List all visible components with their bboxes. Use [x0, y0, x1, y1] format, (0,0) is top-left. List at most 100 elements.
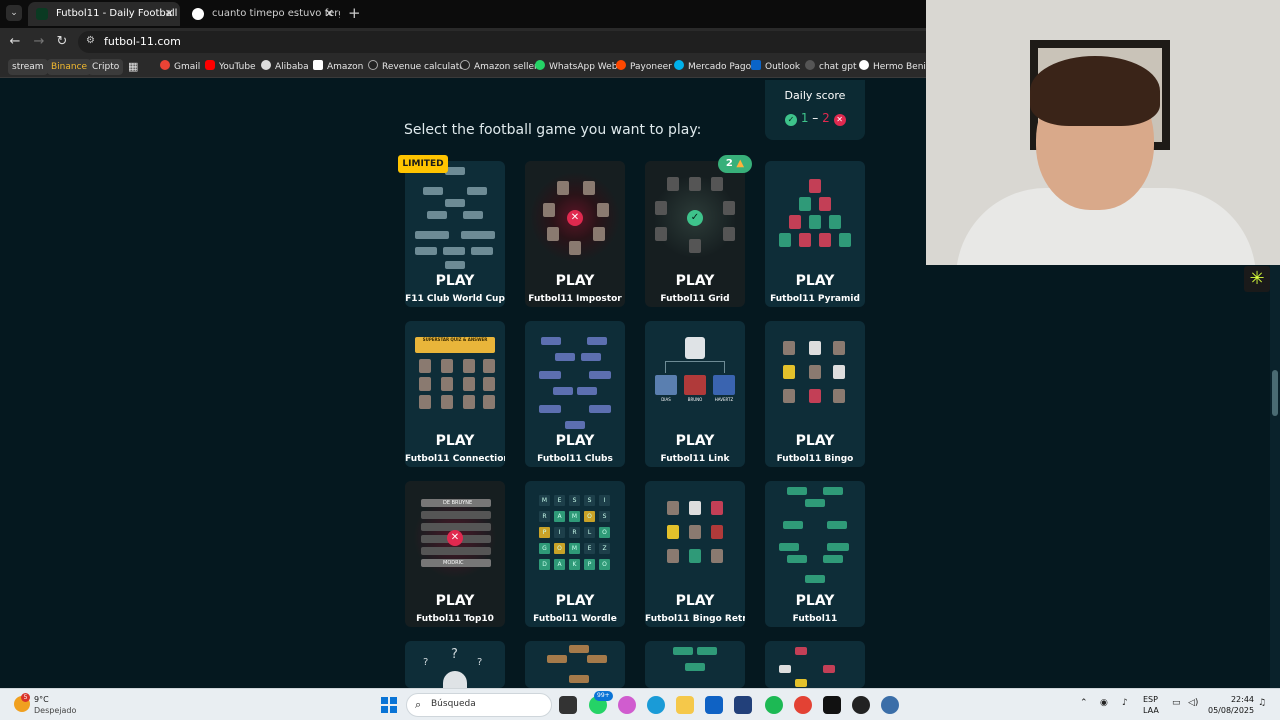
- bookmark-alibaba[interactable]: Alibaba: [261, 59, 309, 75]
- game-card-futbol11[interactable]: PLAY Futbol11: [765, 481, 865, 627]
- notification-bell-icon[interactable]: ♫: [1258, 698, 1266, 708]
- game-card-link[interactable]: DIAS BRUNO HAVERTZ PLAY Futbol11 Link: [645, 321, 745, 467]
- bingo-preview: [765, 321, 865, 429]
- wordle-cell: O: [599, 527, 610, 538]
- url-text: futbol-11.com: [104, 35, 181, 48]
- whatsapp-badge: 99+: [594, 691, 613, 701]
- bookmark-stream[interactable]: stream: [8, 59, 48, 75]
- game-card-bingo[interactable]: PLAY Futbol11 Bingo: [765, 321, 865, 467]
- wordle-cell: I: [599, 495, 610, 506]
- site-info-icon[interactable]: ⚙: [86, 35, 95, 46]
- bookmark-hermo-benito[interactable]: Hermo Benito: [859, 59, 935, 75]
- tab-search-chevron-icon[interactable]: ⌄: [6, 5, 22, 21]
- bookmark-cripto[interactable]: Cripto: [88, 59, 124, 75]
- play-label: PLAY: [435, 593, 475, 609]
- top10-row-2: MODRIC: [421, 559, 491, 567]
- play-label: PLAY: [675, 273, 715, 289]
- tray-app-icon[interactable]: ◉: [1100, 698, 1108, 708]
- weather-badge: 5: [21, 693, 30, 702]
- wordle-cell: G: [539, 543, 550, 554]
- bookmark-chat-gpt[interactable]: chat gpt: [805, 59, 857, 75]
- wordle-cell: P: [584, 559, 595, 570]
- game-card-pyramid[interactable]: PLAY Futbol11 Pyramid: [765, 161, 865, 307]
- game-card-top10[interactable]: DE BRUYNE MODRIC ✕ PLAY Futbol11 Top10: [405, 481, 505, 627]
- wordle-cell: E: [584, 543, 595, 554]
- system-clock[interactable]: 22:44 05/08/2025: [1208, 694, 1254, 716]
- app-icon[interactable]: [852, 696, 870, 714]
- chrome-icon[interactable]: [794, 696, 812, 714]
- file-explorer-icon[interactable]: [676, 696, 694, 714]
- bookmark-whatsapp-web[interactable]: WhatsApp Web: [535, 59, 617, 75]
- bookmark-binance[interactable]: Binance: [47, 59, 92, 75]
- epic-games-icon[interactable]: [823, 696, 841, 714]
- game-card-grid[interactable]: ✓ PLAY Futbol11 Grid: [645, 161, 745, 307]
- close-tab-icon[interactable]: ✕: [325, 2, 334, 26]
- link-player-2: BRUNO: [687, 397, 703, 402]
- bookmark-gmail[interactable]: Gmail: [160, 59, 200, 75]
- weather-condition[interactable]: Despejado: [34, 706, 76, 715]
- game-card-bingo-retro[interactable]: PLAY Futbol11 Bingo Retro: [645, 481, 745, 627]
- pyramid-preview: [765, 161, 865, 269]
- wordle-cell: A: [554, 511, 565, 522]
- weather-temperature[interactable]: 9°C: [34, 695, 49, 704]
- tab-google-search[interactable]: cuanto timepo estuvo ferguson ✕: [184, 2, 340, 26]
- edge-icon[interactable]: [647, 696, 665, 714]
- url-bar[interactable]: ⚙ futbol-11.com: [78, 31, 938, 53]
- play-label: PLAY: [555, 433, 595, 449]
- game-card-clubs[interactable]: PLAY Futbol11 Clubs: [525, 321, 625, 467]
- spotify-icon[interactable]: [765, 696, 783, 714]
- club-world-cup-preview: [405, 161, 505, 269]
- wordle-cell: A: [554, 559, 565, 570]
- correct-count: 1: [800, 111, 809, 125]
- limited-badge: LIMITED: [398, 155, 448, 173]
- impostor-preview: ✕: [525, 161, 625, 269]
- bookmark-amazon[interactable]: Amazon: [313, 59, 363, 75]
- task-view-icon[interactable]: [559, 696, 577, 714]
- forward-arrow-icon[interactable]: →: [30, 33, 48, 51]
- close-tab-icon[interactable]: ✕: [165, 2, 174, 26]
- language-indicator[interactable]: ESP LAA: [1143, 694, 1159, 716]
- volume-icon[interactable]: ◁): [1188, 698, 1198, 708]
- game-card-club-world-cup[interactable]: PLAY F11 Club World Cup: [405, 161, 505, 307]
- reload-icon[interactable]: ↻: [53, 33, 71, 51]
- bookmark-revenue-calculator[interactable]: Revenue calculator: [368, 59, 468, 75]
- game-name: Futbol11 Link: [660, 454, 730, 464]
- mystery-player-icon: [685, 337, 705, 359]
- settings-gear-icon[interactable]: [881, 696, 899, 714]
- game-card-row4-3[interactable]: [645, 641, 745, 688]
- wordle-cell: P: [539, 527, 550, 538]
- top10-cross-icon: ✕: [447, 530, 463, 546]
- extension-sparkle-icon[interactable]: ✳: [1244, 266, 1270, 292]
- google-favicon-icon: [192, 8, 204, 20]
- scrollbar-thumb[interactable]: [1272, 370, 1278, 416]
- bookmark-mercado-pago[interactable]: Mercado Pago: [674, 59, 751, 75]
- game-select-prompt: Select the football game you want to pla…: [404, 122, 702, 138]
- game-card-connections[interactable]: SUPERSTAR QUIZ & ANSWER PLAY Futbol11 Co…: [405, 321, 505, 467]
- game-card-impostor[interactable]: ✕ PLAY Futbol11 Impostor: [525, 161, 625, 307]
- game-card-row4-4[interactable]: [765, 641, 865, 688]
- bookmark-amazon-seller[interactable]: Amazon seller: [460, 59, 538, 75]
- bookmark-youtube[interactable]: YouTube: [205, 59, 256, 75]
- game-name: Futbol11 Grid: [660, 294, 730, 304]
- network-icon[interactable]: ▭: [1172, 698, 1181, 708]
- back-arrow-icon[interactable]: ←: [6, 33, 24, 51]
- outlook-taskbar-icon[interactable]: [705, 696, 723, 714]
- wordle-preview: MESSIRAMOSPIRLOGOMEZDAKPO: [525, 481, 625, 589]
- play-label: PLAY: [555, 273, 595, 289]
- game-card-row4-1[interactable]: ? ? ?: [405, 641, 505, 688]
- taskbar-search[interactable]: ⌕ Búsqueda: [406, 693, 552, 717]
- bookmark-outlook[interactable]: Outlook: [751, 59, 800, 75]
- tab-futbol11[interactable]: Futbol11 - Daily Football Game ✕: [28, 2, 180, 26]
- game-name: Futbol11 Connections: [405, 454, 505, 464]
- store-icon[interactable]: [734, 696, 752, 714]
- game-card-wordle[interactable]: MESSIRAMOSPIRLOGOMEZDAKPO PLAY Futbol11 …: [525, 481, 625, 627]
- new-tab-plus-icon[interactable]: +: [348, 4, 361, 22]
- microphone-icon[interactable]: ♪: [1122, 698, 1128, 708]
- tray-chevron-up-icon[interactable]: ⌃: [1080, 698, 1088, 708]
- game-card-row4-2[interactable]: [525, 641, 625, 688]
- bookmark-payoneer[interactable]: Payoneer: [616, 59, 672, 75]
- whatsapp-icon: [535, 60, 545, 70]
- apps-grid-icon[interactable]: ▦: [128, 59, 138, 75]
- copilot-icon[interactable]: [618, 696, 636, 714]
- windows-start-icon[interactable]: [381, 697, 397, 713]
